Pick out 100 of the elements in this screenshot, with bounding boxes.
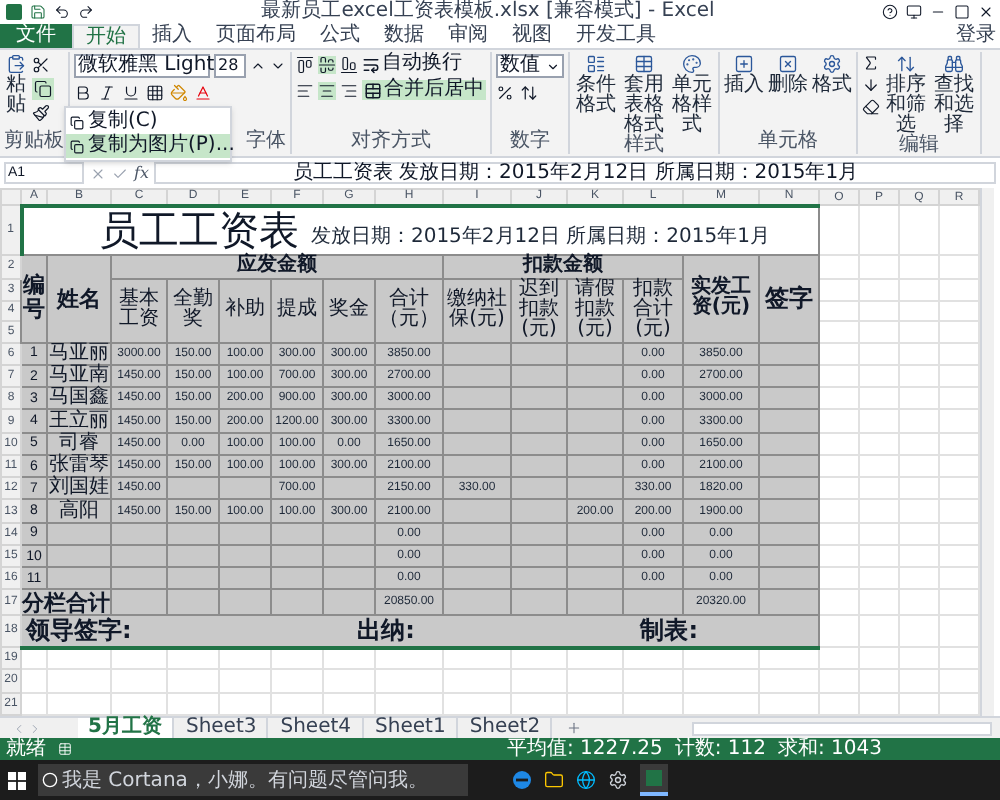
format-as-table-button[interactable]: 套用表格格式 bbox=[622, 54, 666, 136]
header-cell: 基本工资 bbox=[111, 278, 167, 343]
sort-filter-button[interactable]: 排序和筛选 bbox=[884, 54, 928, 136]
format-painter-icon[interactable] bbox=[32, 104, 50, 122]
table-cell: 马亚南 bbox=[47, 364, 111, 388]
borders-icon[interactable] bbox=[146, 84, 164, 102]
status-stat: 求和: 1043 bbox=[778, 739, 882, 759]
table-cell: 马亚丽 bbox=[47, 342, 111, 365]
cut-icon[interactable] bbox=[32, 56, 50, 74]
folder-icon[interactable] bbox=[544, 770, 564, 790]
delete-button[interactable]: 删除 bbox=[768, 54, 808, 96]
binoculars-icon bbox=[944, 54, 964, 74]
ribbon-tab[interactable]: 开始 bbox=[72, 24, 140, 48]
menu-item[interactable]: 复制(C) bbox=[66, 110, 230, 134]
header-cell: 实发工资(元) bbox=[683, 254, 759, 343]
wrap-text-button[interactable]: 自动换行 bbox=[362, 54, 462, 74]
align-bottom-icon[interactable] bbox=[340, 55, 358, 73]
maximize-icon[interactable] bbox=[954, 4, 970, 20]
merge-center-button[interactable]: 合并后居中 bbox=[362, 80, 486, 100]
group-label: 剪贴板 bbox=[4, 132, 64, 154]
ribbon-tab[interactable]: 插入 bbox=[140, 24, 204, 48]
sum-icon[interactable] bbox=[862, 54, 880, 72]
cortana-icon bbox=[42, 772, 58, 788]
globe-icon[interactable] bbox=[576, 770, 596, 790]
ribbon-tab[interactable]: 公式 bbox=[308, 24, 372, 48]
save-icon[interactable] bbox=[30, 4, 46, 20]
cell-styles-button[interactable]: 单元格样式 bbox=[670, 54, 714, 136]
group-label: 数字 bbox=[510, 132, 550, 154]
ribbon-tab[interactable]: 审阅 bbox=[436, 24, 500, 48]
clipboard-icon bbox=[6, 54, 26, 74]
ribbon-tab[interactable]: 开发工具 bbox=[564, 24, 668, 48]
app-icon bbox=[6, 4, 22, 20]
fill-color-icon[interactable] bbox=[170, 84, 188, 102]
windows-logo-icon[interactable] bbox=[8, 771, 26, 789]
clear-icon[interactable] bbox=[862, 98, 880, 116]
redo-icon[interactable] bbox=[78, 4, 94, 20]
list-icon bbox=[586, 54, 606, 74]
italic-icon[interactable] bbox=[98, 84, 116, 102]
align-top-icon[interactable] bbox=[296, 55, 314, 73]
menu-item[interactable]: 复制为图片(P)... bbox=[66, 134, 230, 158]
font-name-field[interactable]: 微软雅黑 Light bbox=[74, 54, 210, 78]
table-cell: 高阳 bbox=[47, 499, 111, 523]
pay-dates: 发放日期：2015年2月12日 所属日期：2015年1月 bbox=[310, 228, 770, 251]
insert-button[interactable]: 插入 bbox=[724, 54, 764, 96]
find-select-button[interactable]: 查找和选择 bbox=[932, 54, 976, 136]
underline-icon[interactable] bbox=[122, 84, 140, 102]
table-cell: 马国鑫 bbox=[47, 387, 111, 410]
paste-button[interactable]: 粘贴 bbox=[4, 54, 28, 116]
sort-icon bbox=[896, 54, 916, 74]
signature-label: 制表: bbox=[640, 618, 698, 643]
copy-icon[interactable] bbox=[34, 80, 52, 98]
increase-font-icon[interactable] bbox=[250, 58, 266, 74]
table-icon bbox=[634, 54, 654, 74]
bold-icon[interactable] bbox=[74, 84, 92, 102]
copy-icon bbox=[70, 139, 84, 153]
decimal-icon[interactable] bbox=[520, 84, 538, 102]
header-cell: 缴纳社保(元) bbox=[443, 278, 511, 343]
sheet-tab[interactable]: 5月工资 bbox=[78, 717, 174, 739]
help-icon[interactable] bbox=[882, 4, 898, 20]
undo-icon[interactable] bbox=[54, 4, 70, 20]
table-cell: 张雷琴 bbox=[47, 454, 111, 478]
header-cell: 迟到扣款(元) bbox=[511, 278, 567, 343]
header-cell: 奖金 bbox=[323, 278, 375, 343]
align-left-icon[interactable] bbox=[296, 81, 314, 99]
align-right-icon[interactable] bbox=[340, 81, 358, 99]
ribbon-tab[interactable]: 数据 bbox=[372, 24, 436, 48]
sign-in-link[interactable]: 登录 bbox=[956, 26, 1000, 46]
signature-label: 出纳: bbox=[357, 618, 415, 643]
ribbon-display-icon[interactable] bbox=[906, 4, 922, 20]
align-center-icon[interactable] bbox=[318, 81, 336, 99]
conditional-format-button[interactable]: 条件格式 bbox=[574, 54, 618, 116]
align-middle-icon[interactable] bbox=[318, 55, 336, 73]
table-cell: 司睿 bbox=[47, 432, 111, 455]
header-cell: 请假扣款(元) bbox=[567, 278, 623, 343]
header-cell: 补助 bbox=[219, 278, 271, 343]
decrease-font-icon[interactable] bbox=[270, 58, 286, 74]
cancel-icon[interactable] bbox=[90, 165, 106, 181]
file-tab[interactable]: 文件 bbox=[0, 24, 72, 48]
horizontal-scrollbar[interactable] bbox=[692, 721, 992, 735]
percent-icon[interactable] bbox=[496, 84, 514, 102]
square-x-icon bbox=[778, 54, 798, 74]
formula-field[interactable]: 员工工资表 发放日期：2015年2月12日 所属日期：2015年1月 bbox=[154, 162, 996, 184]
close-icon[interactable] bbox=[978, 4, 994, 20]
excel-taskbar-icon[interactable] bbox=[640, 764, 668, 796]
cortana-search-field[interactable]: 我是 Cortana，小娜。有问题尽管问我。 bbox=[38, 764, 468, 796]
font-color-icon[interactable] bbox=[194, 84, 212, 102]
vertical-scrollbar[interactable] bbox=[980, 188, 994, 716]
app-icon[interactable] bbox=[608, 770, 628, 790]
group-label: 字体 bbox=[246, 132, 286, 154]
format-button[interactable]: 格式 bbox=[812, 54, 852, 96]
font-size-field[interactable]: 28 bbox=[214, 54, 246, 78]
signature-label: 领导签字: bbox=[26, 618, 132, 643]
insert-function-button[interactable]: fx bbox=[134, 165, 149, 181]
table-cell: 分栏合计 bbox=[21, 589, 111, 615]
ribbon-tab[interactable]: 页面布局 bbox=[204, 24, 308, 48]
number-format-dropdown[interactable]: 数值 bbox=[496, 54, 564, 78]
ribbon-tab[interactable]: 视图 bbox=[500, 24, 564, 48]
group-label: 对齐方式 bbox=[351, 132, 431, 154]
fill-icon[interactable] bbox=[862, 76, 880, 94]
header-cell: 应发金额 bbox=[111, 254, 443, 279]
